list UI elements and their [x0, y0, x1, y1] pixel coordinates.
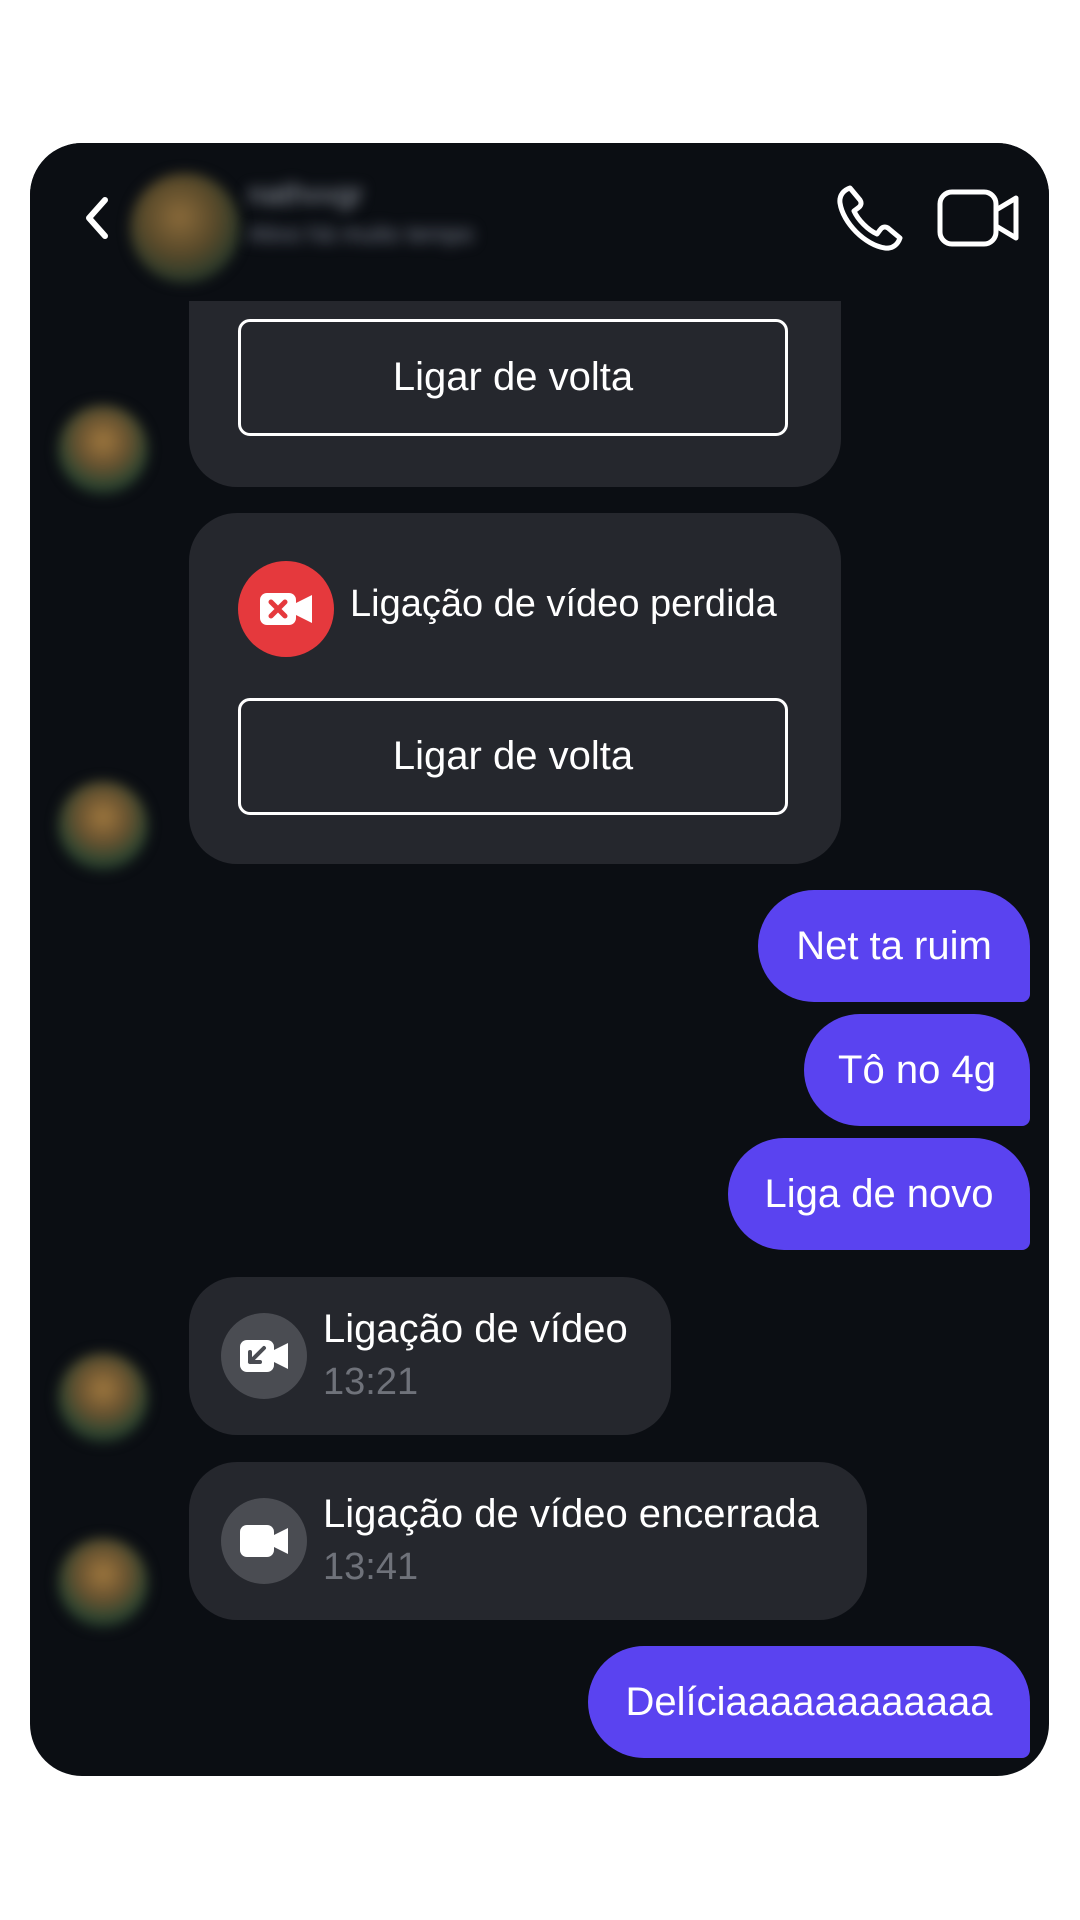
video-camera-icon [221, 1498, 307, 1584]
video-call-card[interactable]: Ligação de vídeo 13:21 [189, 1277, 671, 1435]
outgoing-message[interactable]: Tô no 4g [804, 1014, 1030, 1126]
video-call-ended-time: 13:41 [323, 1546, 419, 1588]
incoming-video-icon [221, 1313, 307, 1399]
avatar[interactable] [58, 1538, 148, 1628]
chevron-left-icon [86, 197, 108, 239]
video-call-ended-card[interactable]: Ligação de vídeo encerrada 13:41 [189, 1462, 867, 1620]
video-call-title: Ligação de vídeo [323, 1307, 628, 1351]
missed-video-label: Ligação de vídeo perdida [350, 583, 777, 625]
outgoing-message[interactable]: Liga de novo [728, 1138, 1030, 1250]
chat-header: nathvvgr Ativo há muito tempo [30, 143, 1049, 301]
outgoing-message[interactable]: Net ta ruim [758, 890, 1030, 1002]
contact-status: Ativo há muito tempo [248, 221, 474, 248]
voice-call-button[interactable] [830, 178, 910, 258]
avatar[interactable] [58, 1353, 148, 1443]
chat-screen: nathvvgr Ativo há muito tempo Ligar de v… [30, 143, 1049, 1776]
video-call-time: 13:21 [323, 1361, 419, 1403]
video-camera-icon [937, 189, 1019, 247]
avatar[interactable] [58, 781, 148, 871]
missed-video-call-card: Ligação de vídeo perdida Ligar de volta [189, 513, 841, 864]
outgoing-message[interactable]: Delíciaaaaaaaaaaaa [588, 1646, 1030, 1758]
video-call-ended-title: Ligação de vídeo encerrada [323, 1492, 819, 1536]
video-call-button[interactable] [934, 178, 1024, 258]
missed-call-card: Ligar de volta [189, 301, 841, 487]
phone-icon [837, 185, 903, 251]
avatar[interactable] [58, 405, 148, 495]
call-back-button[interactable]: Ligar de volta [238, 698, 788, 815]
missed-video-icon [238, 561, 334, 657]
contact-name[interactable]: nathvvgr [248, 178, 398, 211]
call-back-button[interactable]: Ligar de volta [238, 319, 788, 436]
back-button[interactable] [72, 188, 120, 248]
contact-avatar[interactable] [130, 173, 240, 283]
